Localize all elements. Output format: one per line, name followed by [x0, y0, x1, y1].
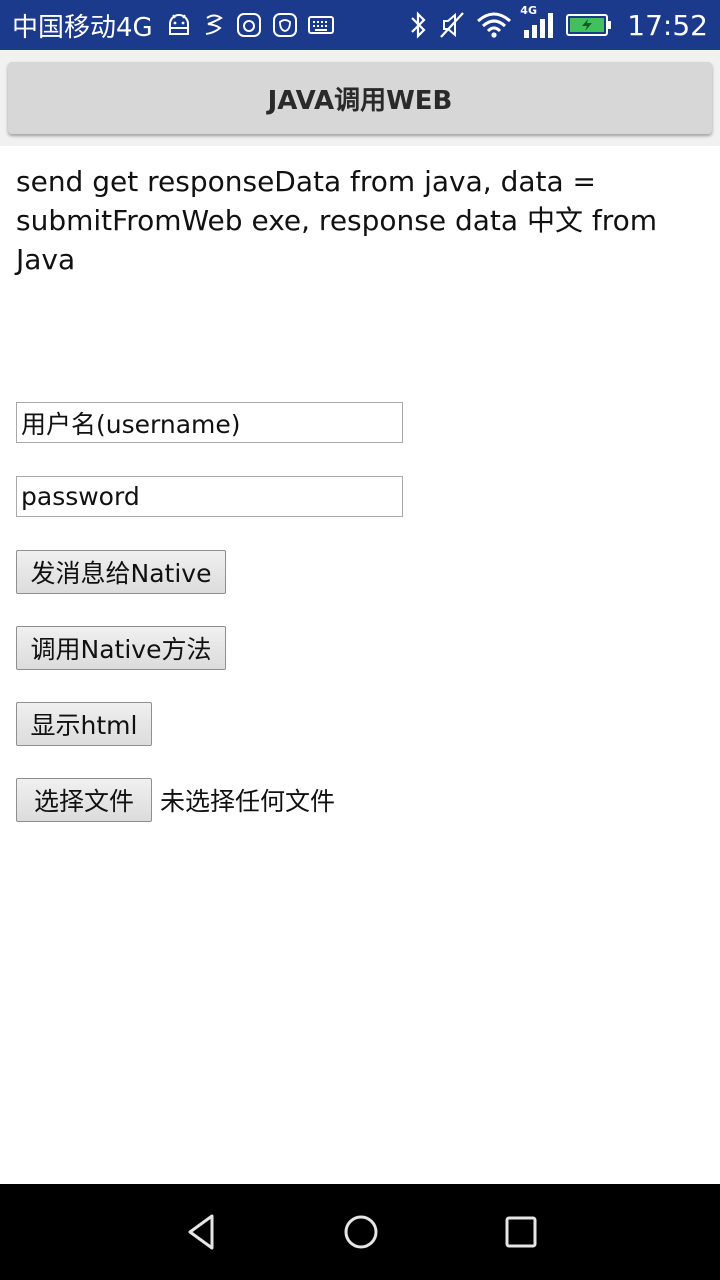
signal-icon: 4G: [520, 4, 556, 40]
status-right: 4G 17:52: [403, 0, 708, 50]
back-icon[interactable]: [178, 1208, 226, 1256]
network-badge: 4G: [520, 4, 537, 17]
action-bar: JAVA调用WEB: [0, 50, 720, 146]
call-native-button[interactable]: 调用Native方法: [16, 626, 226, 670]
show-html-button[interactable]: 显示html: [16, 702, 152, 746]
java-call-web-button[interactable]: JAVA调用WEB: [8, 62, 712, 134]
bluetooth-icon: [408, 10, 428, 40]
wifi-icon: [476, 11, 512, 39]
response-message: send get responseData from java, data = …: [16, 165, 658, 276]
android-icon: [166, 12, 192, 38]
mute-icon: [438, 10, 466, 40]
navigation-bar: [0, 1184, 720, 1280]
battery-icon: [566, 13, 612, 37]
recent-apps-icon[interactable]: [497, 1208, 545, 1256]
file-status-label: 未选择任何文件: [160, 787, 336, 816]
keyboard-icon: [307, 15, 334, 35]
send-message-button[interactable]: 发消息给Native: [16, 550, 226, 594]
app-icon: [236, 12, 262, 38]
username-input[interactable]: [16, 402, 403, 443]
app-icon: [272, 12, 298, 38]
home-icon[interactable]: [337, 1208, 385, 1256]
webview: send get responseData from java, data = …: [0, 146, 720, 1184]
carrier-label: 中国移动4G: [12, 12, 153, 43]
notification-icon: [202, 12, 226, 38]
status-left: 中国移动4G: [12, 0, 339, 50]
choose-file-button[interactable]: 选择文件: [16, 778, 152, 822]
status-bar: 中国移动4G 4G 17:52: [0, 0, 720, 50]
clock: 17:52: [627, 8, 708, 42]
password-input[interactable]: [16, 476, 403, 517]
